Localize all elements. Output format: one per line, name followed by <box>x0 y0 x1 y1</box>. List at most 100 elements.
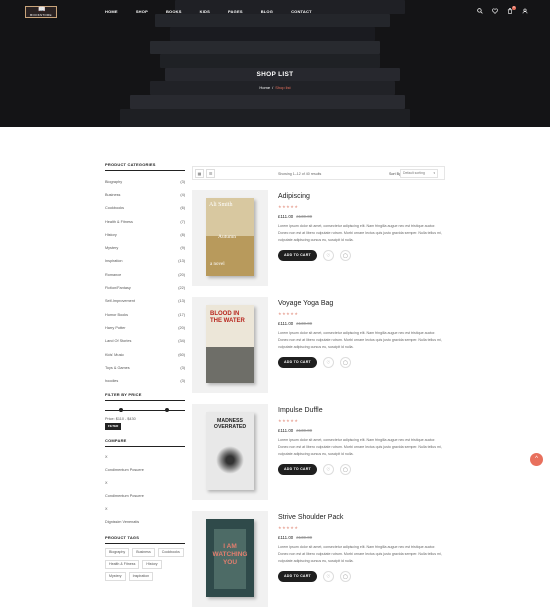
category-count: (3) <box>180 379 185 384</box>
product-image[interactable]: Ali Smith Autumn a novel <box>192 190 268 286</box>
product-image[interactable]: BLOOD IN THE WATER <box>192 297 268 393</box>
product-actions: ADD TO CART ♡ ◯ <box>278 357 445 369</box>
tag-item[interactable]: Biography <box>105 547 130 557</box>
quickview-icon[interactable]: ◯ <box>339 571 351 583</box>
compare-remove-icon[interactable]: X <box>105 451 185 464</box>
product-image[interactable]: MADNESS OVERRATED <box>192 404 268 500</box>
category-item[interactable]: Fiction/Fantasy (22) <box>105 281 185 294</box>
category-name: Business <box>105 192 121 197</box>
category-item[interactable]: Biography (3) <box>105 175 185 188</box>
tag-item[interactable]: Business <box>132 547 155 557</box>
product-description: Lorem ipsum dolor sit amet, consectetur … <box>278 545 442 563</box>
compare-remove-icon[interactable]: X <box>105 503 185 516</box>
nav-pages[interactable]: PAGES <box>228 9 243 14</box>
category-item[interactable]: Self-Improvement (13) <box>105 295 185 308</box>
slider-max-handle[interactable] <box>165 407 169 412</box>
add-to-cart-button[interactable]: ADD TO CART <box>278 464 317 476</box>
category-count: (20) <box>178 272 185 277</box>
category-name: Cookbooks <box>105 206 124 211</box>
shop-toolbar: ▦ ☰ Showing 1–12 of 40 results Sort By D… <box>192 166 445 180</box>
category-item[interactable]: hoodies (3) <box>105 374 185 387</box>
category-count: (22) <box>178 286 185 291</box>
cover-author: Ali Smith <box>209 202 233 208</box>
add-to-cart-button[interactable]: ADD TO CART <box>278 357 317 369</box>
price-range-label: Price: $110 - $430 <box>105 416 136 421</box>
add-to-cart-button[interactable]: ADD TO CART <box>278 571 317 583</box>
old-price: £130.00 <box>296 535 313 540</box>
tag-item[interactable]: History <box>142 559 162 569</box>
category-item[interactable]: Cookbooks (6) <box>105 202 185 215</box>
product-name[interactable]: Impulse Duffle <box>278 407 445 414</box>
cart-icon[interactable]: 0 <box>507 6 516 14</box>
tag-item[interactable]: Health & Fitness <box>105 559 140 569</box>
filter-button[interactable]: FILTER <box>105 422 122 430</box>
category-item[interactable]: Inspiration (13) <box>105 255 185 268</box>
rating-stars: ★★★★★ <box>278 525 299 530</box>
compare-item[interactable]: Condimentum Posuere <box>105 464 185 477</box>
nav-kids[interactable]: KIDS <box>200 9 210 14</box>
quickview-icon[interactable]: ◯ <box>339 250 351 262</box>
nav-contact[interactable]: CONTACT <box>291 9 312 14</box>
compare-item[interactable]: Condimentum Posuere <box>105 490 185 503</box>
product-description: Lorem ipsum dolor sit amet, consectetur … <box>278 331 442 349</box>
cover-subtitle: a novel <box>210 262 225 267</box>
product-description: Lorem ipsum dolor sit amet, consectetur … <box>278 438 442 456</box>
category-name: Kids' Music <box>105 352 125 357</box>
compare-remove-icon[interactable]: X <box>105 477 185 490</box>
product-card: Ali Smith Autumn a novel Adipiscing ★★★★★ £… <box>192 190 445 288</box>
book-cover: Ali Smith Autumn a novel <box>206 198 254 276</box>
add-to-cart-button[interactable]: ADD TO CART <box>278 250 317 262</box>
category-item[interactable]: Kids' Music (60) <box>105 348 185 361</box>
quickview-icon[interactable]: ◯ <box>339 464 351 476</box>
cover-title: I AM WATCHING YOU <box>212 543 248 566</box>
compare-item[interactable]: Dignissim Venenatis <box>105 516 185 529</box>
quickview-icon[interactable]: ◯ <box>339 357 351 369</box>
product-name[interactable]: Voyage Yoga Bag <box>278 300 445 307</box>
sort-select[interactable]: Default sorting ▾ <box>400 169 438 178</box>
nav-home[interactable]: HOME <box>105 9 118 14</box>
list-view-button[interactable]: ☰ <box>206 169 215 178</box>
category-item[interactable]: Romance (20) <box>105 268 185 281</box>
nav-shop[interactable]: SHOP <box>136 9 148 14</box>
product-price: £111.00 £130.00 <box>278 535 445 540</box>
book-cover: MADNESS OVERRATED <box>206 412 254 490</box>
price-range-slider[interactable] <box>105 405 185 415</box>
grid-view-button[interactable]: ▦ <box>195 169 204 178</box>
breadcrumb-current: Shop list <box>275 85 291 90</box>
scroll-to-top-button[interactable]: ^ <box>530 453 543 466</box>
breadcrumb-home[interactable]: Home <box>259 85 270 90</box>
heart-icon[interactable] <box>492 8 498 14</box>
category-item[interactable]: Health & Fitness (7) <box>105 215 185 228</box>
category-item[interactable]: Toys & Games (3) <box>105 361 185 374</box>
book-cover: BLOOD IN THE WATER <box>206 305 254 383</box>
search-icon[interactable] <box>477 8 483 14</box>
product-actions: ADD TO CART ♡ ◯ <box>278 464 445 476</box>
rating-stars: ★★★★★ <box>278 311 299 316</box>
category-item[interactable]: Humor Books (17) <box>105 308 185 321</box>
category-item[interactable]: Land Of Stories (34) <box>105 335 185 348</box>
product-name[interactable]: Strive Shoulder Pack <box>278 514 445 521</box>
category-count: (3) <box>180 179 185 184</box>
category-item[interactable]: Business (4) <box>105 188 185 201</box>
category-item[interactable]: History (8) <box>105 228 185 241</box>
product-image[interactable]: I AM WATCHING YOU <box>192 511 268 607</box>
category-name: Inspiration <box>105 259 123 264</box>
wishlist-icon[interactable]: ♡ <box>322 357 334 369</box>
user-icon[interactable] <box>522 8 528 14</box>
nav-books[interactable]: BOOKS <box>166 9 182 14</box>
category-name: History <box>105 232 117 237</box>
old-price: £130.00 <box>296 428 313 433</box>
category-item[interactable]: Mystery (9) <box>105 241 185 254</box>
product-name[interactable]: Adipiscing <box>278 193 445 200</box>
breadcrumb-separator: / <box>272 85 274 90</box>
wishlist-icon[interactable]: ♡ <box>322 571 334 583</box>
tag-item[interactable]: Cookbooks <box>157 547 184 557</box>
nav-blog[interactable]: BLOG <box>261 9 273 14</box>
wishlist-icon[interactable]: ♡ <box>322 250 334 262</box>
tag-item[interactable]: Inspiration <box>128 571 154 581</box>
tag-item[interactable]: Mystery <box>105 571 126 581</box>
category-item[interactable]: Harry Potter (20) <box>105 321 185 334</box>
site-logo[interactable]: 📖 BOOKSTORE <box>25 6 57 18</box>
wishlist-icon[interactable]: ♡ <box>322 464 334 476</box>
slider-min-handle[interactable] <box>119 407 123 412</box>
